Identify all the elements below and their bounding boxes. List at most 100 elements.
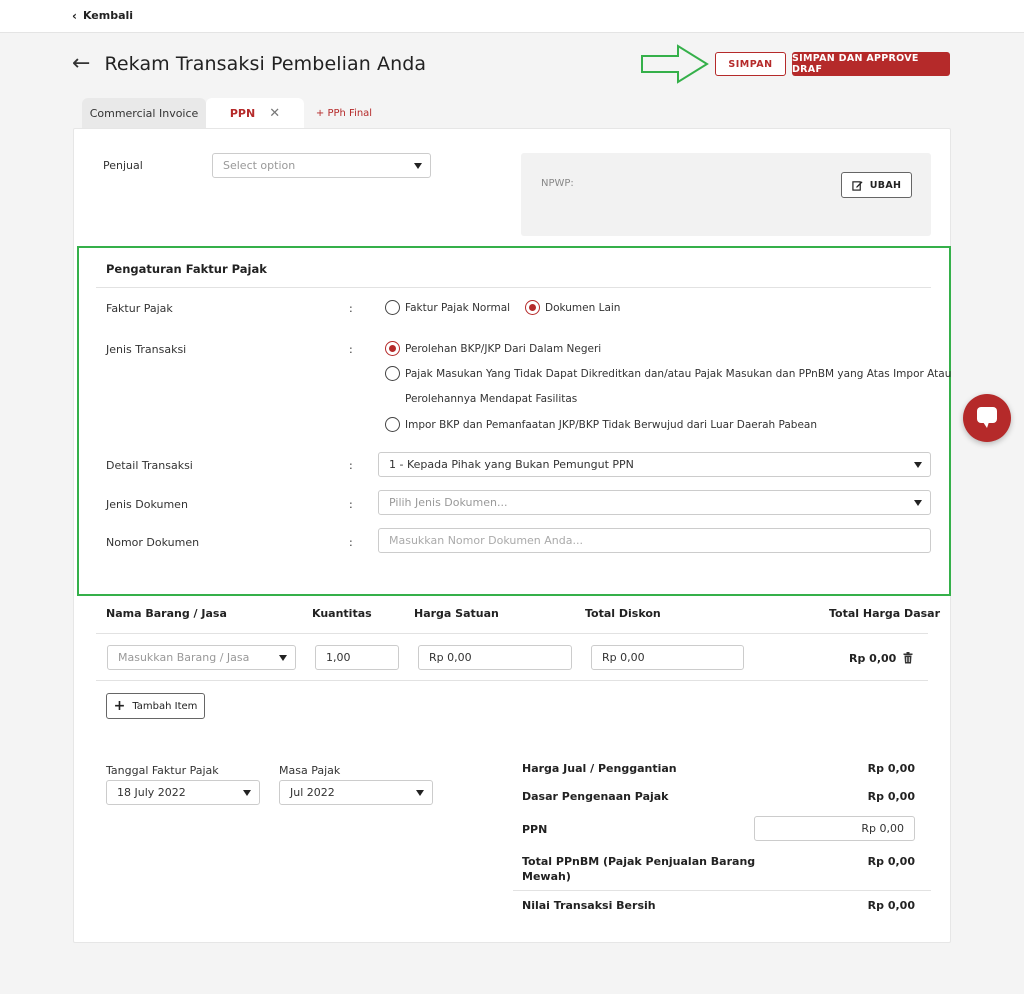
- radio-label-continued: Perolehannya Mendapat Fasilitas: [405, 393, 578, 405]
- arrow-left-icon[interactable]: ←: [72, 53, 90, 75]
- annotation-arrow-icon: [641, 44, 709, 84]
- faktur-pajak-label: Faktur Pajak: [106, 302, 173, 315]
- tanggal-faktur-select[interactable]: 18 July 2022: [106, 780, 260, 805]
- back-link[interactable]: ‹ Kembali: [72, 9, 133, 22]
- dpp-label: Dasar Pengenaan Pajak: [522, 790, 669, 803]
- divider: [96, 633, 928, 634]
- ppn-input[interactable]: Rp 0,00: [754, 816, 915, 841]
- tanggal-faktur-value: 18 July 2022: [117, 786, 186, 799]
- quantity-value: 1,00: [326, 651, 351, 664]
- ppn-label: PPN: [522, 823, 548, 836]
- radio-pajak-masukan-tidak-dikreditkan[interactable]: [385, 366, 400, 381]
- caret-down-icon: [914, 462, 922, 468]
- change-button[interactable]: UBAH: [841, 172, 912, 198]
- caret-down-icon: [914, 500, 922, 506]
- tab-label: Commercial Invoice: [89, 107, 199, 120]
- edit-icon: [852, 180, 863, 191]
- masa-pajak-value: Jul 2022: [290, 786, 335, 799]
- caret-down-icon: [243, 790, 251, 796]
- harga-jual-value: Rp 0,00: [867, 762, 915, 775]
- divider: [96, 680, 928, 681]
- trash-icon[interactable]: [903, 652, 913, 664]
- harga-jual-label: Harga Jual / Penggantian: [522, 762, 677, 775]
- seller-select-placeholder: Select option: [223, 159, 296, 172]
- detail-transaksi-label: Detail Transaksi: [106, 459, 193, 472]
- radio-label: Pajak Masukan Yang Tidak Dapat Dikreditk…: [405, 368, 952, 380]
- seller-select[interactable]: Select option: [212, 153, 431, 178]
- radio-label: Faktur Pajak Normal: [405, 302, 511, 314]
- page-header: ← Rekam Transaksi Pembelian Anda: [72, 53, 427, 76]
- item-select-placeholder: Masukkan Barang / Jasa: [118, 651, 250, 664]
- caret-down-icon: [414, 163, 422, 169]
- unit-price-value: Rp 0,00: [429, 651, 472, 664]
- discount-input[interactable]: Rp 0,00: [591, 645, 744, 670]
- ppnbm-label-continued: Mewah): [522, 870, 571, 883]
- tab-label: PPN: [229, 107, 256, 120]
- change-button-label: UBAH: [869, 179, 902, 191]
- colon: :: [349, 343, 353, 356]
- dpp-value: Rp 0,00: [867, 790, 915, 803]
- save-and-approve-button[interactable]: SIMPAN DAN APPROVE DRAF: [792, 52, 950, 76]
- plus-icon: +: [113, 698, 126, 714]
- save-button[interactable]: SIMPAN: [715, 52, 786, 76]
- nomor-dokumen-placeholder: Masukkan Nomor Dokumen Anda...: [389, 534, 583, 547]
- tab-commercial-invoice[interactable]: Commercial Invoice: [82, 98, 206, 129]
- net-transaction-label: Nilai Transaksi Bersih: [522, 899, 656, 912]
- radio-dokumen-lain[interactable]: [525, 300, 540, 315]
- back-link-label: Kembali: [82, 9, 134, 22]
- top-bar: ‹ Kembali: [0, 0, 1024, 33]
- column-header-quantity: Kuantitas: [312, 607, 372, 620]
- discount-value: Rp 0,00: [602, 651, 645, 664]
- tanggal-faktur-label: Tanggal Faktur Pajak: [106, 764, 219, 777]
- chevron-left-icon: ‹: [72, 8, 77, 23]
- column-header-item: Nama Barang / Jasa: [106, 607, 227, 620]
- unit-price-input[interactable]: Rp 0,00: [418, 645, 572, 670]
- column-header-discount: Total Diskon: [585, 607, 661, 620]
- tab-ppn[interactable]: PPN ✕: [206, 98, 304, 129]
- colon: :: [349, 302, 353, 315]
- chat-button[interactable]: [963, 394, 1011, 442]
- tab-label: + PPh Final: [315, 108, 373, 119]
- caret-down-icon: [416, 790, 424, 796]
- divider: [96, 287, 931, 288]
- detail-transaksi-value: 1 - Kepada Pihak yang Bukan Pemungut PPN: [389, 458, 634, 471]
- close-icon[interactable]: ✕: [269, 106, 280, 121]
- column-header-unit-price: Harga Satuan: [414, 607, 499, 620]
- add-item-label: Tambah Item: [132, 700, 198, 712]
- radio-impor-bkp[interactable]: [385, 417, 400, 432]
- item-select[interactable]: Masukkan Barang / Jasa: [107, 645, 296, 670]
- npwp-label: NPWP:: [541, 178, 574, 189]
- add-item-button[interactable]: + Tambah Item: [106, 693, 205, 719]
- caret-down-icon: [279, 655, 287, 661]
- masa-pajak-select[interactable]: Jul 2022: [279, 780, 433, 805]
- colon: :: [349, 459, 353, 472]
- jenis-transaksi-label: Jenis Transaksi: [106, 343, 187, 356]
- jenis-dokumen-label: Jenis Dokumen: [106, 498, 188, 511]
- divider: [513, 890, 931, 891]
- page-title: Rekam Transaksi Pembelian Anda: [104, 53, 427, 75]
- masa-pajak-label: Masa Pajak: [279, 764, 341, 777]
- radio-perolehan-dalam-negeri[interactable]: [385, 341, 400, 356]
- quantity-input[interactable]: 1,00: [315, 645, 399, 670]
- ppnbm-label: Total PPnBM (Pajak Penjualan Barang: [522, 855, 756, 868]
- colon: :: [349, 536, 353, 549]
- radio-faktur-pajak-normal[interactable]: [385, 300, 400, 315]
- tax-settings-title: Pengaturan Faktur Pajak: [106, 262, 267, 276]
- column-header-total: Total Harga Dasar: [829, 607, 941, 620]
- jenis-dokumen-placeholder: Pilih Jenis Dokumen...: [389, 496, 508, 509]
- jenis-dokumen-select[interactable]: Pilih Jenis Dokumen...: [378, 490, 931, 515]
- seller-label: Penjual: [103, 159, 143, 172]
- detail-transaksi-select[interactable]: 1 - Kepada Pihak yang Bukan Pemungut PPN: [378, 452, 931, 477]
- net-transaction-value: Rp 0,00: [867, 899, 915, 912]
- nomor-dokumen-label: Nomor Dokumen: [106, 536, 200, 549]
- colon: :: [349, 498, 353, 511]
- nomor-dokumen-input[interactable]: Masukkan Nomor Dokumen Anda...: [378, 528, 931, 553]
- ppnbm-value: Rp 0,00: [867, 855, 915, 868]
- chat-icon: [977, 407, 997, 428]
- radio-label: Dokumen Lain: [545, 302, 621, 314]
- tab-add-pph-final[interactable]: + PPh Final: [310, 98, 378, 129]
- radio-label: Impor BKP dan Pemanfaatan JKP/BKP Tidak …: [405, 419, 818, 431]
- ppn-value: Rp 0,00: [861, 822, 904, 835]
- radio-label: Perolehan BKP/JKP Dari Dalam Negeri: [405, 343, 602, 355]
- row-total: Rp 0,00: [849, 652, 897, 665]
